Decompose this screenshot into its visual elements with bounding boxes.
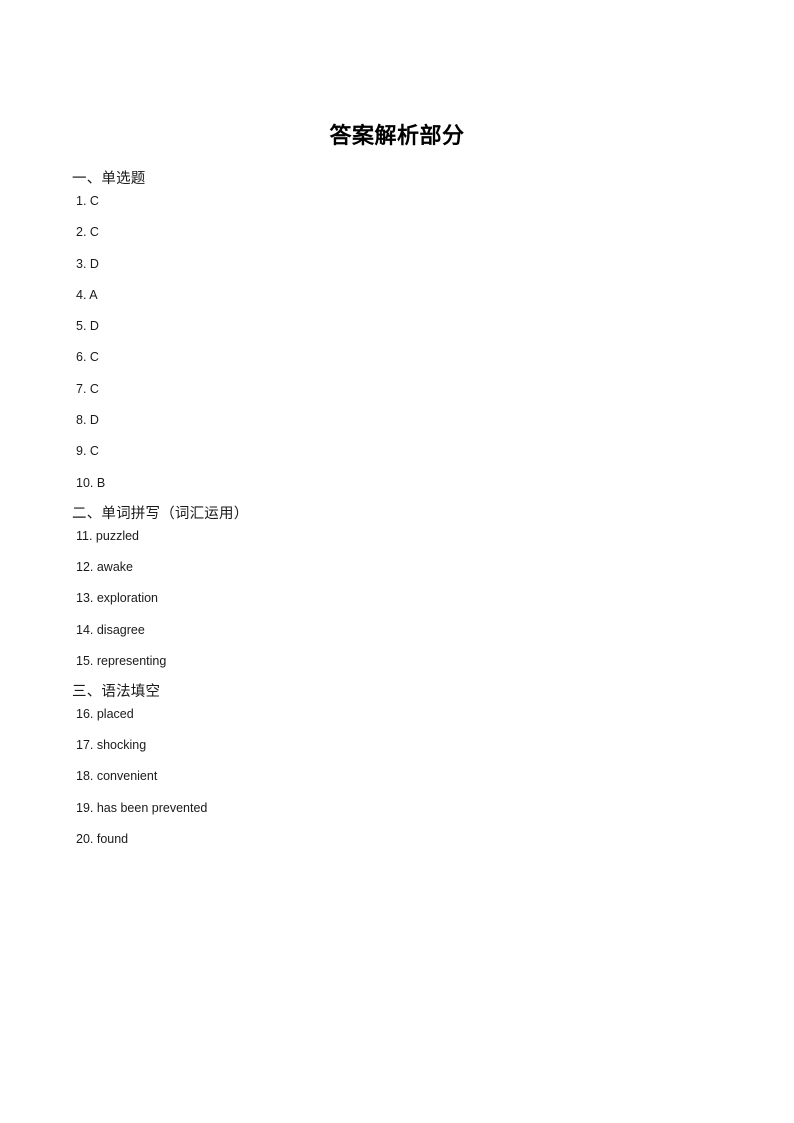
answer-item: 1. C: [76, 194, 99, 208]
section-word-spelling: 二、单词拼写（词汇运用） 11. puzzled 12. awake 13. e…: [72, 503, 732, 668]
answer-item: 14. disagree: [76, 622, 145, 637]
answer-item: 13. exploration: [76, 591, 159, 606]
answer-item: 4. A: [76, 287, 98, 302]
page-title: 答案解析部分: [329, 123, 465, 148]
section-header-single-choice: 一、单选题: [72, 171, 146, 187]
answer-item: 2. C: [76, 225, 99, 240]
answer-list-single-choice: 1. C 2. C 3. D 4. A 5. D 6. C 7. C 8. D …: [72, 194, 732, 490]
answer-item: 11. puzzled: [76, 528, 140, 543]
answer-item: 3. D: [76, 256, 99, 271]
answers-content: 一、单选题 1. C 2. C 3. D 4. A 5. D 6. C 7. C…: [72, 168, 732, 859]
answer-item: 8. D: [76, 413, 99, 428]
section-header-grammar-fill: 三、语法填空: [72, 683, 161, 700]
answer-item: 16. placed: [76, 706, 134, 721]
document-page: 答案解析部分 一、单选题 1. C 2. C 3. D 4. A 5. D 6.…: [0, 0, 794, 1123]
section-grammar-fill: 三、语法填空 16. placed 17. shocking 18. conve…: [72, 681, 732, 846]
answer-item: 9. C: [76, 444, 99, 459]
answer-list-word-spelling: 11. puzzled 12. awake 13. exploration 14…: [72, 529, 732, 668]
answer-item: 12. awake: [76, 559, 133, 574]
answer-item: 19. has been prevented: [76, 800, 208, 815]
answer-list-grammar-fill: 16. placed 17. shocking 18. convenient 1…: [72, 707, 732, 846]
answer-item: 15. representing: [76, 653, 167, 668]
answer-item: 20. found: [76, 832, 129, 847]
section-header-word-spelling: 二、单词拼写（词汇运用）: [72, 505, 249, 522]
answer-item: 10. B: [76, 475, 106, 490]
answer-item: 7. C: [76, 381, 99, 396]
section-single-choice: 一、单选题 1. C 2. C 3. D 4. A 5. D 6. C 7. C…: [72, 168, 732, 490]
answer-item: 5. D: [76, 319, 99, 334]
answer-item: 6. C: [76, 350, 99, 365]
answer-item: 17. shocking: [76, 738, 147, 753]
answer-item: 18. convenient: [76, 769, 158, 784]
